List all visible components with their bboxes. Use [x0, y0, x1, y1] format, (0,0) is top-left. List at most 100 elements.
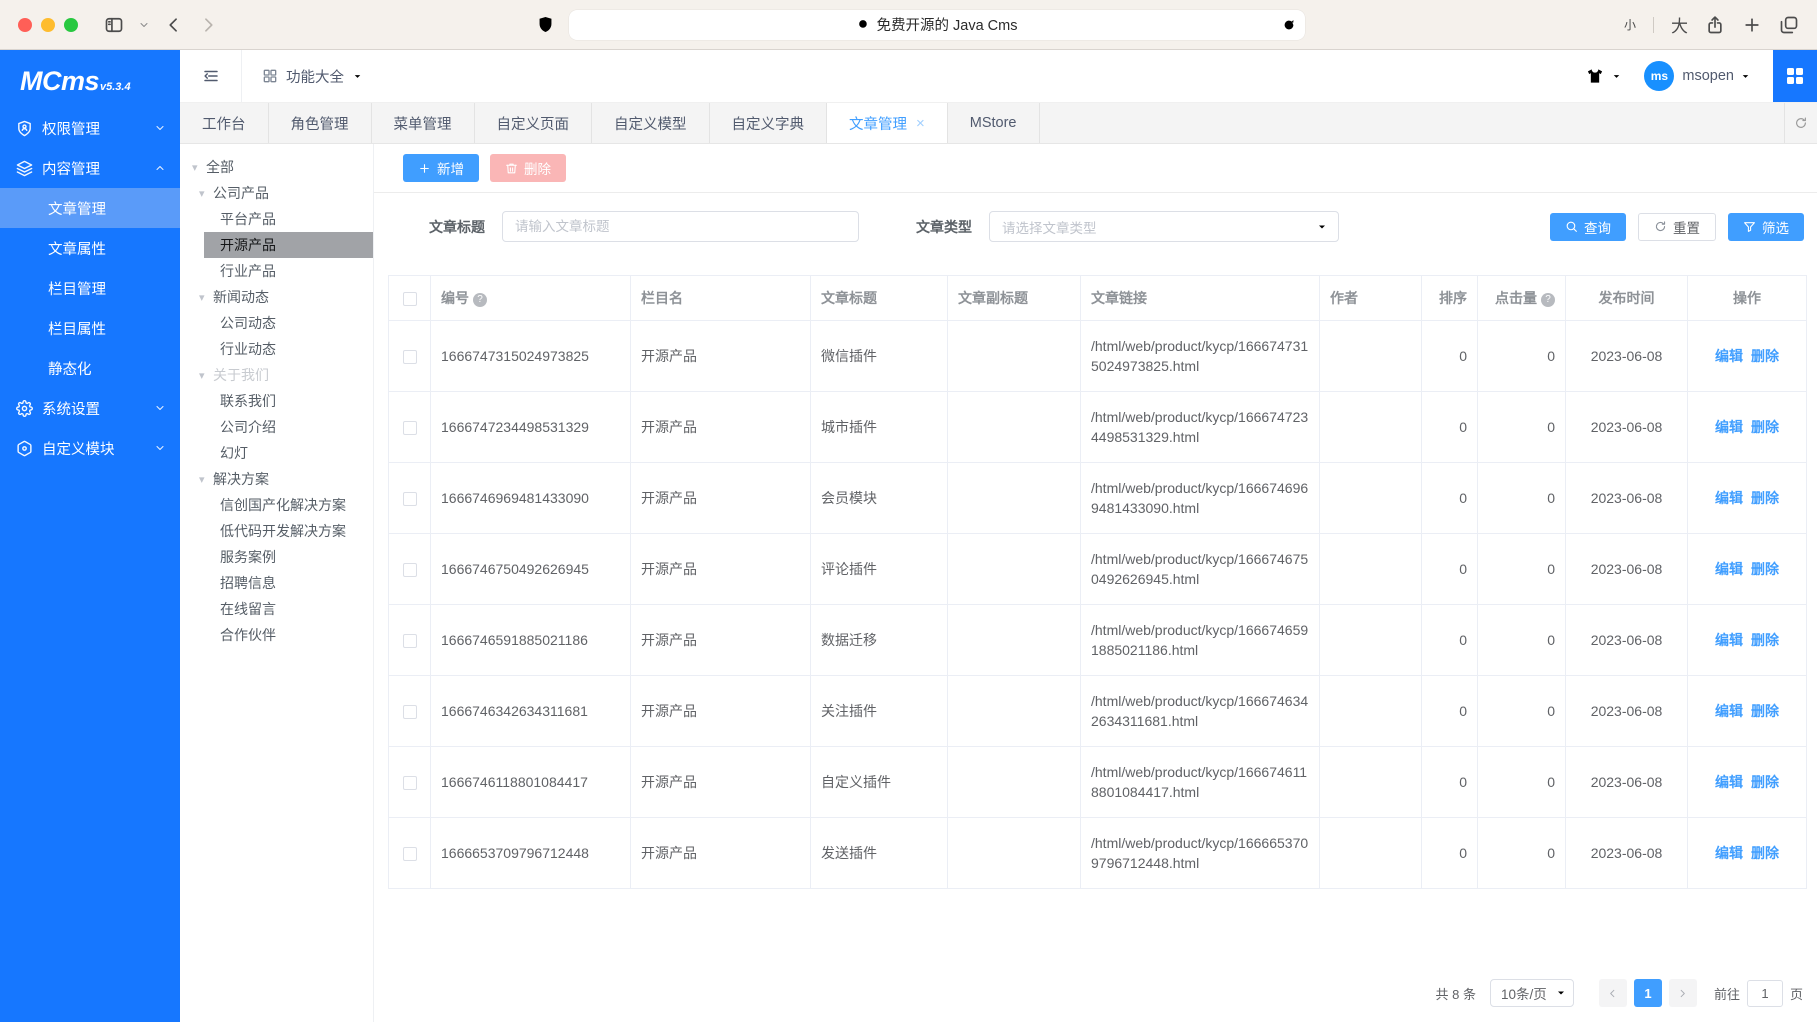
row-checkbox[interactable]	[403, 492, 417, 506]
add-button[interactable]: 新增	[403, 154, 479, 182]
edit-link[interactable]: 编辑	[1715, 703, 1743, 719]
edit-link[interactable]: 编辑	[1715, 419, 1743, 435]
sidebar-subitem-栏目属性[interactable]: 栏目属性	[0, 308, 180, 348]
edit-link[interactable]: 编辑	[1715, 774, 1743, 790]
caret-down-icon[interactable]: ▾	[199, 369, 213, 382]
reset-button[interactable]: 重置	[1638, 213, 1716, 241]
tree-node-服务案例[interactable]: 服务案例	[180, 544, 373, 570]
row-checkbox[interactable]	[403, 705, 417, 719]
tree-node-公司动态[interactable]: 公司动态	[180, 310, 373, 336]
tree-node-开源产品[interactable]: 开源产品	[204, 232, 373, 258]
caret-down-icon[interactable]: ▾	[199, 291, 213, 304]
delete-link[interactable]: 删除	[1751, 703, 1779, 719]
tree-node-招聘信息[interactable]: 招聘信息	[180, 570, 373, 596]
caret-down-icon[interactable]: ▾	[199, 473, 213, 486]
chevron-down-icon[interactable]	[1740, 71, 1751, 82]
tree-node-在线留言[interactable]: 在线留言	[180, 596, 373, 622]
text-larger-button[interactable]: 大	[1671, 12, 1688, 37]
tree-node-信创国产化解决方案[interactable]: 信创国产化解决方案	[180, 492, 373, 518]
page-1-button[interactable]: 1	[1634, 979, 1662, 1007]
row-checkbox[interactable]	[403, 421, 417, 435]
reload-icon[interactable]	[1282, 18, 1296, 32]
delete-link[interactable]: 删除	[1751, 845, 1779, 861]
tree-node-全部[interactable]: ▾全部	[180, 154, 373, 180]
row-checkbox[interactable]	[403, 350, 417, 364]
article-type-select[interactable]: 请选择文章类型	[989, 211, 1339, 242]
edit-link[interactable]: 编辑	[1715, 632, 1743, 648]
next-page-button[interactable]	[1669, 979, 1697, 1007]
edit-link[interactable]: 编辑	[1715, 348, 1743, 364]
theme-skin-icon[interactable]	[1585, 66, 1605, 86]
select-all-checkbox[interactable]	[403, 292, 417, 306]
sidebar-item-自定义模块[interactable]: 自定义模块	[0, 428, 180, 468]
tree-node-解决方案[interactable]: ▾解决方案	[180, 466, 373, 492]
sidebar-item-内容管理[interactable]: 内容管理	[0, 148, 180, 188]
sidebar-item-权限管理[interactable]: 权限管理	[0, 108, 180, 148]
goto-page-input[interactable]	[1747, 980, 1783, 1007]
tab-自定义模型[interactable]: 自定义模型	[592, 103, 710, 143]
tree-node-新闻动态[interactable]: ▾新闻动态	[180, 284, 373, 310]
text-smaller-button[interactable]: 小	[1624, 16, 1636, 33]
new-tab-icon[interactable]	[1742, 15, 1762, 35]
sidebar-subitem-文章管理[interactable]: 文章管理	[0, 188, 180, 228]
close-window-button[interactable]	[18, 18, 32, 32]
tree-node-公司产品[interactable]: ▾公司产品	[180, 180, 373, 206]
row-checkbox[interactable]	[403, 563, 417, 577]
tab-角色管理[interactable]: 角色管理	[269, 103, 372, 143]
query-button[interactable]: 查询	[1550, 213, 1626, 241]
article-title-input[interactable]	[502, 211, 859, 242]
close-tab-icon[interactable]: ×	[916, 116, 925, 131]
delete-link[interactable]: 删除	[1751, 774, 1779, 790]
delete-button[interactable]: 删除	[490, 154, 566, 182]
back-button[interactable]	[164, 15, 184, 35]
tree-node-合作伙伴[interactable]: 合作伙伴	[180, 622, 373, 648]
row-checkbox[interactable]	[403, 634, 417, 648]
avatar[interactable]: ms	[1644, 61, 1674, 91]
tab-MStore[interactable]: MStore	[948, 103, 1040, 143]
edit-link[interactable]: 编辑	[1715, 490, 1743, 506]
delete-link[interactable]: 删除	[1751, 561, 1779, 577]
tabs-overview-icon[interactable]	[1779, 15, 1799, 35]
edit-link[interactable]: 编辑	[1715, 845, 1743, 861]
edit-link[interactable]: 编辑	[1715, 561, 1743, 577]
sidebar-item-系统设置[interactable]: 系统设置	[0, 388, 180, 428]
forward-button[interactable]	[198, 15, 218, 35]
sidebar-subitem-栏目管理[interactable]: 栏目管理	[0, 268, 180, 308]
tab-自定义页面[interactable]: 自定义页面	[475, 103, 593, 143]
help-icon[interactable]: ?	[1541, 293, 1555, 307]
page-size-select[interactable]: 10条/页	[1490, 979, 1574, 1007]
zoom-window-button[interactable]	[64, 18, 78, 32]
tab-文章管理[interactable]: 文章管理×	[827, 103, 948, 143]
tree-node-行业动态[interactable]: 行业动态	[180, 336, 373, 362]
address-bar[interactable]: 免费开源的 Java Cms	[569, 10, 1305, 40]
caret-down-icon[interactable]: ▾	[192, 161, 206, 174]
refresh-tab-button[interactable]	[1784, 103, 1817, 143]
delete-link[interactable]: 删除	[1751, 490, 1779, 506]
chevron-down-icon[interactable]	[138, 19, 150, 31]
tree-node-低代码开发解决方案[interactable]: 低代码开发解决方案	[180, 518, 373, 544]
delete-link[interactable]: 删除	[1751, 348, 1779, 364]
prev-page-button[interactable]	[1599, 979, 1627, 1007]
filter-button[interactable]: 筛选	[1728, 213, 1804, 241]
tree-node-平台产品[interactable]: 平台产品	[180, 206, 373, 232]
tree-node-关于我们[interactable]: ▾关于我们	[180, 362, 373, 388]
privacy-shield-icon[interactable]	[536, 14, 555, 35]
sidebar-subitem-文章属性[interactable]: 文章属性	[0, 228, 180, 268]
delete-link[interactable]: 删除	[1751, 632, 1779, 648]
tab-工作台[interactable]: 工作台	[180, 103, 269, 143]
tab-菜单管理[interactable]: 菜单管理	[372, 103, 475, 143]
tree-node-联系我们[interactable]: 联系我们	[180, 388, 373, 414]
sidebar-subitem-静态化[interactable]: 静态化	[0, 348, 180, 388]
share-icon[interactable]	[1705, 15, 1725, 35]
tab-自定义字典[interactable]: 自定义字典	[710, 103, 828, 143]
browser-sidebar-toggle-icon[interactable]	[104, 15, 124, 35]
tree-node-公司介绍[interactable]: 公司介绍	[180, 414, 373, 440]
row-checkbox[interactable]	[403, 847, 417, 861]
app-menu-button[interactable]: 功能大全	[242, 50, 383, 102]
tree-node-幻灯[interactable]: 幻灯	[180, 440, 373, 466]
row-checkbox[interactable]	[403, 776, 417, 790]
delete-link[interactable]: 删除	[1751, 419, 1779, 435]
chevron-down-icon[interactable]	[1611, 71, 1622, 82]
tree-node-行业产品[interactable]: 行业产品	[180, 258, 373, 284]
caret-down-icon[interactable]: ▾	[199, 187, 213, 200]
